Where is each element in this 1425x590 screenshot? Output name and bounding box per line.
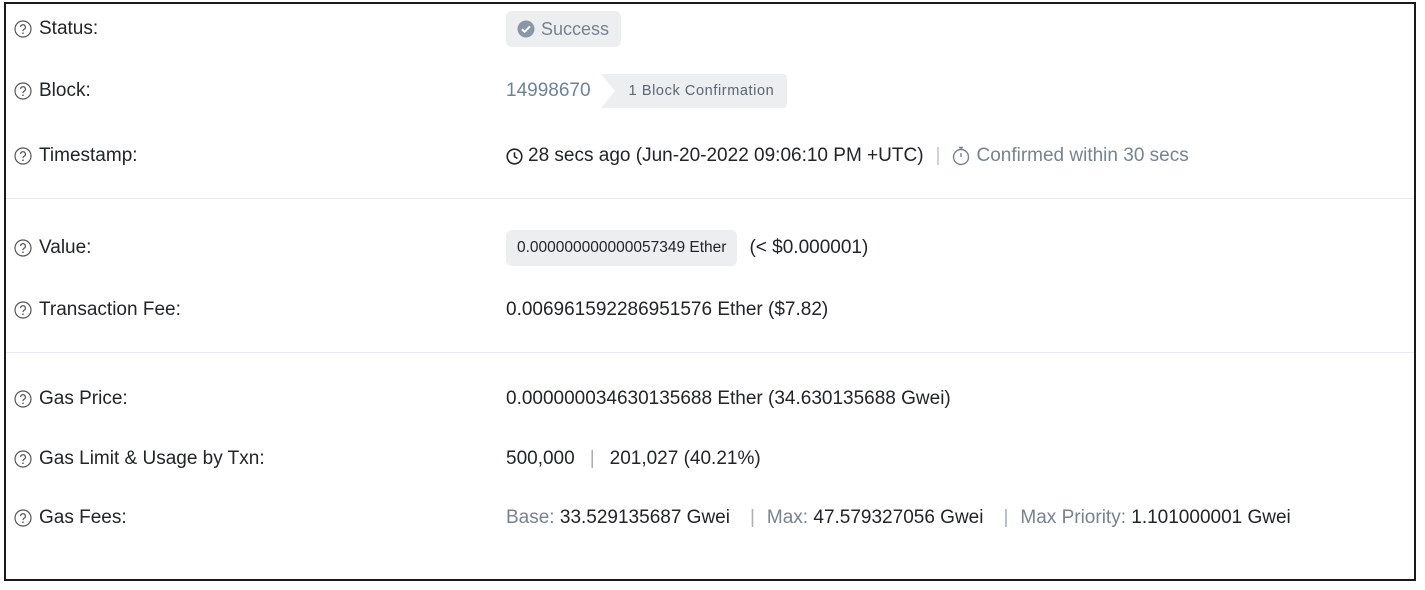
gas-price-value: 0.000000034630135688 Ether (34.630135688… — [506, 388, 951, 409]
value-label: Value: — [39, 237, 92, 258]
status-value: Success — [506, 11, 622, 47]
value-value: 0.000000000000057349 Ether (< $0.000001) — [506, 230, 868, 266]
transaction-fee-label-group: Transaction Fee: — [14, 299, 181, 321]
question-circle-icon[interactable] — [14, 20, 32, 38]
row-block: Block: 14998670 1 Block Confirmation — [6, 74, 1414, 108]
question-circle-icon[interactable] — [14, 147, 32, 165]
gas-limit-label: Gas Limit & Usage by Txn: — [39, 448, 265, 469]
gas-usage-text: 201,027 (40.21%) — [609, 448, 761, 469]
block-label-group: Block: — [14, 80, 91, 102]
gas-fees-separator: | — [749, 507, 755, 528]
timestamp-label: Timestamp: — [39, 145, 138, 166]
max-priority-fee-label: Max Priority: — [1020, 507, 1126, 528]
gas-fees-label-group: Gas Fees: — [14, 507, 127, 529]
max-priority-fee-value: 1.101000001 Gwei — [1131, 507, 1291, 528]
status-badge: Success — [506, 11, 622, 47]
gas-price-label: Gas Price: — [39, 388, 128, 409]
row-gas-price: Gas Price: 0.000000034630135688 Ether (3… — [6, 384, 1414, 414]
transaction-details-panel: Status: Success Block: 14998670 1 Block … — [4, 2, 1416, 581]
stopwatch-icon — [952, 146, 970, 166]
status-label-group: Status: — [14, 18, 98, 40]
block-label: Block: — [39, 80, 91, 101]
row-gas-fees: Gas Fees: Base: 33.529135687 Gwei | Max:… — [6, 503, 1414, 533]
question-circle-icon[interactable] — [14, 390, 32, 408]
gas-fees-label: Gas Fees: — [39, 507, 127, 528]
usd-value-text: (< $0.000001) — [749, 237, 869, 258]
row-value: Value: 0.000000000000057349 Ether (< $0.… — [6, 230, 1414, 266]
confirmed-within-text: Confirmed within 30 secs — [976, 145, 1189, 166]
value-label-group: Value: — [14, 237, 91, 259]
question-circle-icon[interactable] — [14, 509, 32, 527]
question-circle-icon[interactable] — [14, 450, 32, 468]
status-text: Success — [541, 18, 610, 39]
check-circle-icon — [517, 20, 535, 38]
clock-icon — [506, 147, 523, 165]
question-circle-icon[interactable] — [14, 82, 32, 100]
max-fee-value: 47.579327056 Gwei — [813, 507, 984, 528]
row-gas-limit-usage: Gas Limit & Usage by Txn: 500,000 | 201,… — [6, 444, 1414, 474]
timestamp-label-group: Timestamp: — [14, 145, 138, 167]
block-confirmation-badge: 1 Block Confirmation — [600, 74, 788, 108]
timestamp-value: 28 secs ago (Jun-20-2022 09:06:10 PM +UT… — [506, 145, 1189, 167]
gas-fees-value: Base: 33.529135687 Gwei | Max: 47.579327… — [506, 507, 1291, 529]
ether-value-badge: 0.000000000000057349 Ether — [506, 230, 738, 266]
transaction-fee-label: Transaction Fee: — [39, 299, 181, 320]
gas-limit-text: 500,000 — [506, 448, 575, 469]
gas-limit-value: 500,000 | 201,027 (40.21%) — [506, 448, 761, 470]
gas-limit-label-group: Gas Limit & Usage by Txn: — [14, 448, 265, 470]
row-timestamp: Timestamp: 28 secs ago (Jun-20-2022 09:0… — [6, 141, 1414, 171]
base-fee-value: 33.529135687 Gwei — [559, 507, 730, 528]
gas-fees-separator: | — [1003, 507, 1009, 528]
row-transaction-fee: Transaction Fee: 0.006961592286951576 Et… — [6, 295, 1414, 325]
block-number-link[interactable]: 14998670 — [506, 80, 591, 102]
timestamp-separator: | — [935, 145, 941, 166]
gas-price-label-group: Gas Price: — [14, 388, 128, 410]
status-label: Status: — [39, 18, 99, 39]
section-divider — [6, 352, 1414, 353]
question-circle-icon[interactable] — [14, 301, 32, 319]
max-fee-label: Max: — [766, 507, 809, 528]
base-fee-label: Base: — [506, 507, 555, 528]
block-value: 14998670 1 Block Confirmation — [506, 74, 788, 108]
transaction-fee-value: 0.006961592286951576 Ether ($7.82) — [506, 299, 829, 320]
section-divider — [6, 198, 1414, 199]
gas-limit-separator: | — [589, 448, 595, 469]
row-status: Status: Success — [6, 11, 1414, 47]
question-circle-icon[interactable] — [14, 239, 32, 257]
timestamp-text: 28 secs ago (Jun-20-2022 09:06:10 PM +UT… — [528, 145, 924, 166]
